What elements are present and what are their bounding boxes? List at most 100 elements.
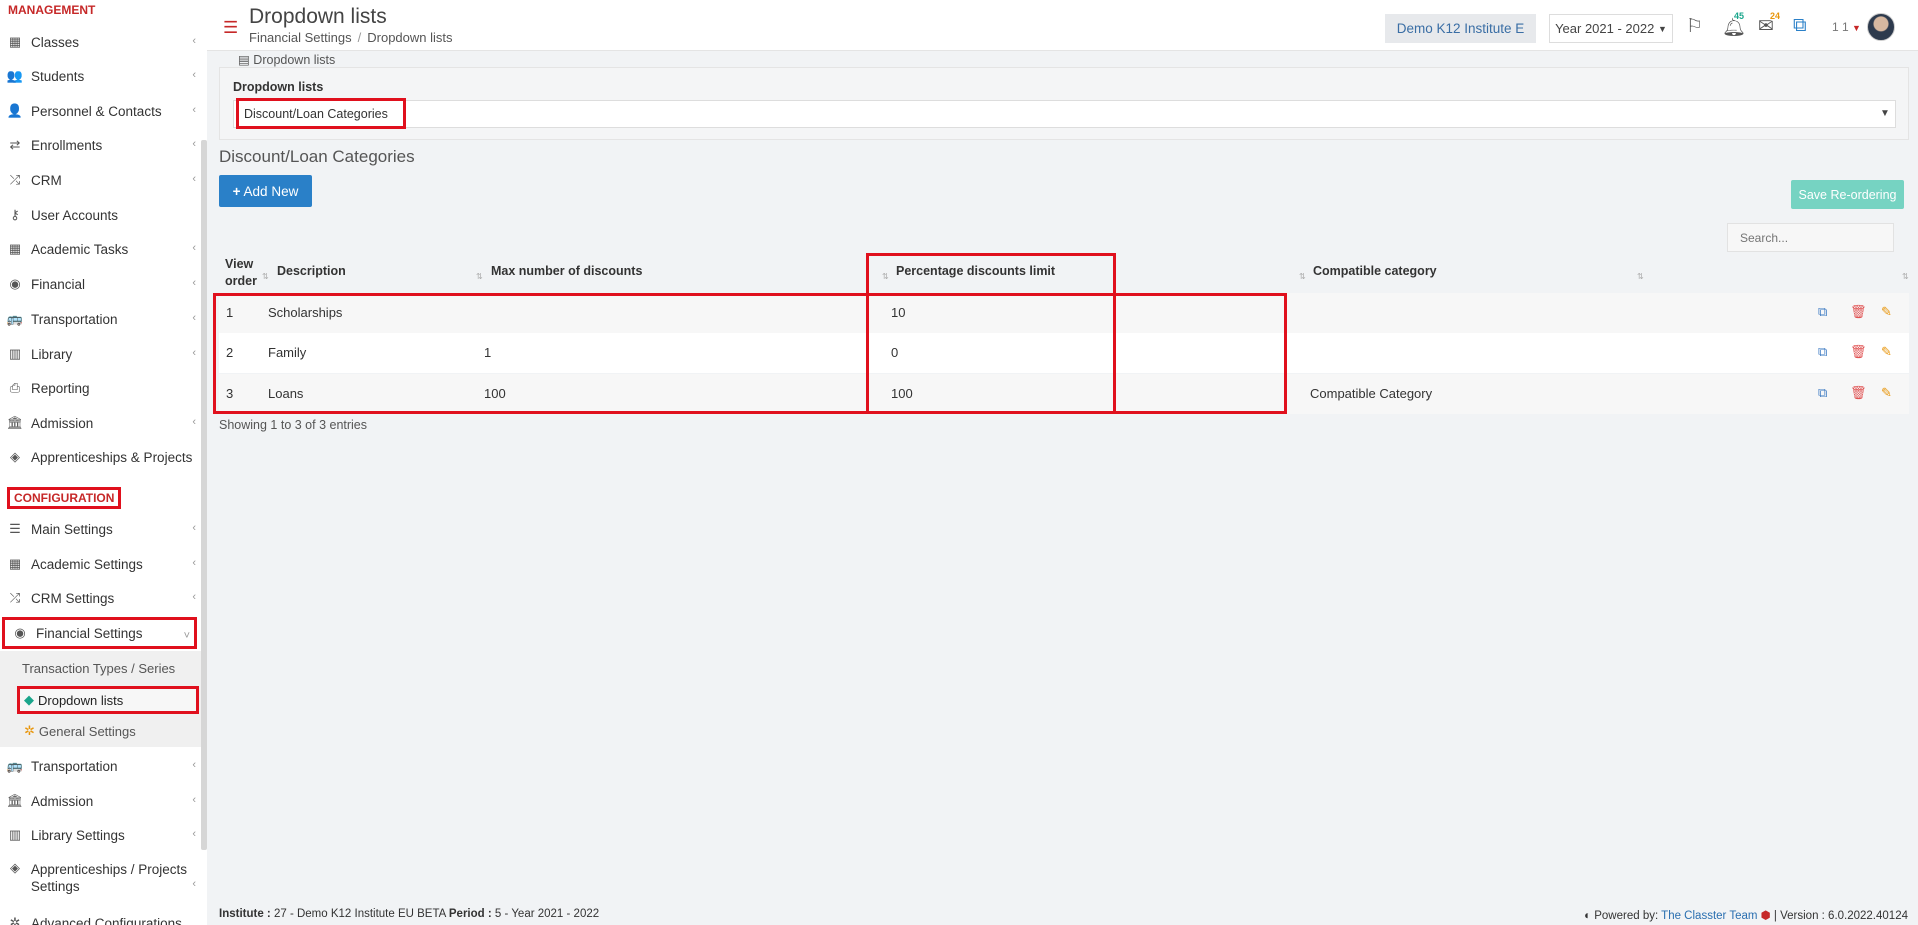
sidebar-item-enrollments[interactable]: ⇄ Enrollments ‹ [0,128,200,162]
copy-icon[interactable]: ⧉ [1818,344,1827,360]
sort-icon[interactable]: ⇅ [262,272,269,281]
bank-icon: 🏛 [6,415,24,430]
section-title: Discount/Loan Categories [219,147,415,166]
chevron-left-icon: ‹ [192,277,196,289]
sidebar-item-label: Transportation [31,311,118,327]
table-icon: ▤ [238,53,250,67]
coins-icon: ◉ [14,625,26,640]
institute-button[interactable]: Demo K12 Institute E [1385,14,1536,43]
students-icon: 👥 [6,68,24,83]
sidebar-item-label: Financial Settings [36,625,143,641]
sidebar-item-label: Main Settings [31,521,113,537]
sort-icon[interactable]: ⇅ [476,272,483,281]
sidebar-item-advanced-configurations[interactable]: ✲ Advanced Configurations [0,906,200,925]
sidebar-item-reporting[interactable]: ⎙ Reporting [0,371,200,405]
trash-icon[interactable]: 🗑︎ [1850,385,1867,401]
sidebar-item-classes[interactable]: ▦ Classes ‹ [0,25,200,59]
breadcrumb: Financial Settings / Dropdown lists [249,30,453,45]
sidebar-item-main-settings[interactable]: ☰ Main Settings ‹ [0,512,200,546]
sidebar-item-library-settings[interactable]: ▥ Library Settings ‹ [0,818,200,852]
sort-icon[interactable]: ⇅ [1902,272,1909,281]
user-number-text: 1 1 [1832,20,1849,34]
col-header-description[interactable]: Description [277,264,346,278]
rows-highlight-box [213,293,1287,414]
pencil-icon[interactable]: ✎ [1881,304,1892,320]
classter-mark-icon: ⬢ [1760,910,1771,922]
envelope-icon[interactable]: ✉ 24 [1758,11,1783,38]
classes-icon: ▦ [8,556,22,571]
trash-icon[interactable]: 🗑︎ [1850,304,1867,320]
sort-icon[interactable]: ⇅ [1299,272,1306,281]
sidebar-item-admission-settings[interactable]: 🏛 Admission ‹ [0,784,200,818]
chevron-left-icon: ‹ [192,522,196,534]
sidebar-item-transportation-settings[interactable]: 🚌 Transportation ‹ [0,749,200,783]
bell-icon[interactable]: 🔔︎ 45 [1722,11,1746,39]
chevron-left-icon: ‹ [192,591,196,603]
sub-item-label: Dropdown lists [38,692,124,708]
sidebar-item-label: Financial [31,276,86,292]
sidebar-item-crm-settings[interactable]: ⤮ CRM Settings ‹ [0,581,200,615]
sub-item-general-settings[interactable]: ✲ General Settings [24,716,202,746]
sidebar-item-label: Library Settings [31,827,125,843]
chevron-left-icon: ‹ [192,69,196,81]
dropdown-list-select[interactable] [233,100,1896,128]
sidebar-item-personnel[interactable]: 👤 Personnel & Contacts ‹ [0,94,200,128]
year-selector[interactable]: Year 2021 - 2022 ▼ [1549,14,1673,43]
layers-add-icon[interactable]: ⧉ [1793,15,1807,37]
sort-icon[interactable]: ⇅ [1637,272,1644,281]
pencil-icon[interactable]: ✎ [1881,344,1892,360]
breadcrumb-item[interactable]: Financial Settings [249,30,352,45]
chevron-left-icon: ‹ [192,242,196,254]
chevron-left-icon: ‹ [192,104,196,116]
sidebar-scrollbar[interactable] [201,140,207,850]
classter-team-link[interactable]: The Classter Team [1661,910,1757,922]
pencil-icon[interactable]: ✎ [1881,385,1892,401]
avatar[interactable] [1867,13,1895,41]
sidebar-item-label: Classes [31,34,80,50]
copy-icon[interactable]: ⧉ [1818,304,1827,320]
sidebar-item-financial[interactable]: ◉ Financial ‹ [0,267,200,301]
sidebar-item-label: Academic Tasks [31,241,129,257]
hamburger-menu-icon[interactable]: ☰ [223,18,238,38]
bus-icon: 🚌 [6,311,24,326]
library-icon: ▥ [8,346,22,361]
sidebar-item-apprenticeships-settings[interactable]: ◈ Apprenticeships / Projects Settings ‹ [0,852,200,896]
user-number[interactable]: 1 1 ▼ [1832,20,1861,34]
chevron-left-icon: ‹ [192,878,196,890]
configuration-heading: CONFIGURATION [7,487,122,509]
sidebar-item-admission[interactable]: 🏛 Admission ‹ [0,406,200,440]
sidebar-item-academic-tasks[interactable]: ▦ Academic Tasks ‹ [0,232,200,266]
dropdown-list-selected-value[interactable]: Discount/Loan Categories [236,98,406,129]
sliders-icon: ☰ [9,521,21,536]
sidebar-item-students[interactable]: 👥 Students ‹ [0,59,200,93]
sidebar-item-library[interactable]: ▥ Library ‹ [0,337,200,371]
chevron-left-icon: ‹ [192,173,196,185]
add-new-button[interactable]: + Add New [219,175,312,207]
cell-compat: Compatible Category [1310,386,1433,401]
col-header-compatible-category[interactable]: Compatible category [1313,264,1437,278]
bus-icon: 🚌 [6,758,24,773]
box-icon: ◈ [10,449,20,464]
trash-icon[interactable]: 🗑︎ [1850,344,1867,360]
messages-badge: 24 [1768,11,1783,21]
sub-item-dropdown-lists[interactable]: ◆ Dropdown lists [17,686,199,714]
sidebar-item-transportation[interactable]: 🚌 Transportation ‹ [0,302,200,336]
sidebar-item-financial-settings[interactable]: ◉ Financial Settings ˅ [2,617,197,649]
col-header-max-discounts[interactable]: Max number of discounts [491,264,642,278]
footer-institute-label: Institute : [219,908,271,920]
sidebar-item-apprenticeships[interactable]: ◈ Apprenticeships & Projects [0,440,200,474]
copy-icon[interactable]: ⧉ [1818,385,1827,401]
col-header-view-order[interactable]: View order [225,256,257,290]
search-input[interactable] [1727,223,1894,252]
sidebar-item-academic-settings[interactable]: ▦ Academic Settings ‹ [0,547,200,581]
save-reordering-button[interactable]: Save Re-ordering [1791,180,1904,209]
sidebar: MANAGEMENT ▦ Classes ‹ 👥 Students ‹ 👤 Personn… [0,0,207,925]
sidebar-item-crm[interactable]: ⤮ CRM ‹ [0,163,200,197]
sidebar-item-label: Personnel & Contacts [31,103,162,119]
sidebar-item-user-accounts[interactable]: ⚷ User Accounts [0,198,200,232]
chevron-left-icon: ‹ [192,138,196,150]
dropdown-lists-label: Dropdown lists [233,80,324,94]
caret-down-icon: ▼ [1880,108,1890,119]
sub-item-transaction-types[interactable]: Transaction Types / Series [22,653,200,683]
flag-icon[interactable]: ⚐ [1686,15,1703,38]
